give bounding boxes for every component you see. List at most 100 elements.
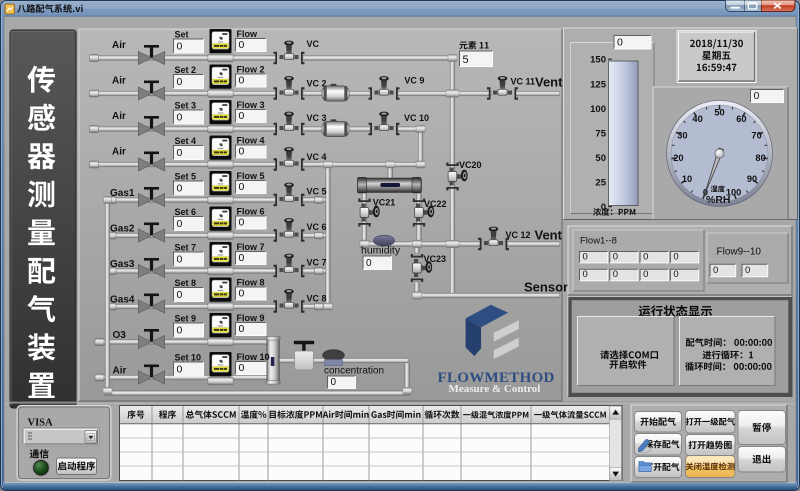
svg-text:VC 7: VC 7: [307, 257, 327, 267]
svg-text:0: 0: [713, 265, 718, 276]
svg-text:0: 0: [177, 363, 183, 375]
svg-text:0: 0: [239, 216, 245, 228]
svg-text:Set 8: Set 8: [175, 278, 197, 288]
svg-text:Set 5: Set 5: [175, 172, 197, 182]
svg-text:100: 100: [590, 104, 606, 115]
svg-text:VC20: VC20: [459, 160, 482, 170]
svg-text:concentration: concentration: [324, 366, 384, 377]
svg-text:80: 80: [755, 153, 765, 163]
svg-text:0: 0: [239, 110, 245, 122]
svg-text:Set 7: Set 7: [175, 243, 197, 253]
svg-text:10: 10: [682, 174, 692, 184]
svg-text:Sensor: Sensor: [524, 280, 568, 295]
svg-text:VC23: VC23: [424, 254, 447, 264]
svg-text:Vent: Vent: [535, 75, 563, 90]
svg-text:VC 11: VC 11: [511, 77, 536, 87]
svg-text:0: 0: [239, 74, 245, 86]
svg-text:Flow1--8: Flow1--8: [580, 236, 617, 247]
svg-text:Flow 9: Flow 9: [237, 313, 265, 323]
svg-text:0: 0: [331, 377, 337, 388]
svg-text:0: 0: [177, 40, 183, 52]
svg-text:Gas3: Gas3: [110, 259, 135, 270]
svg-text:0: 0: [177, 111, 183, 123]
svg-text:0: 0: [239, 252, 245, 264]
svg-text:0: 0: [613, 251, 618, 262]
svg-text:0: 0: [177, 253, 183, 265]
svg-text:Flow 6: Flow 6: [237, 207, 265, 217]
svg-text:25: 25: [595, 178, 606, 189]
svg-text:0: 0: [613, 269, 618, 280]
svg-text:75: 75: [595, 128, 606, 139]
svg-text:Set 10: Set 10: [175, 353, 202, 363]
svg-text:70: 70: [751, 131, 761, 141]
svg-text:0: 0: [617, 36, 623, 48]
svg-text:125: 125: [590, 79, 607, 90]
svg-text:0: 0: [583, 269, 588, 280]
svg-text:VC22: VC22: [424, 199, 447, 209]
svg-text:0: 0: [745, 265, 750, 276]
svg-text:40: 40: [692, 114, 702, 124]
svg-text:VC21: VC21: [373, 198, 396, 208]
svg-text:VISA: VISA: [28, 418, 54, 429]
svg-text:VC 9: VC 9: [404, 76, 424, 86]
svg-text:0: 0: [177, 218, 183, 230]
svg-text:150: 150: [590, 55, 606, 66]
svg-text:0: 0: [239, 287, 245, 299]
svg-text:Gas2: Gas2: [110, 224, 135, 235]
svg-text:Gas1: Gas1: [110, 188, 135, 199]
svg-text:0: 0: [177, 324, 183, 336]
svg-text:20: 20: [673, 153, 683, 163]
svg-text:VC: VC: [307, 39, 320, 49]
svg-text:Air: Air: [112, 40, 126, 51]
svg-text:VC 10: VC 10: [404, 113, 429, 123]
svg-text:0: 0: [239, 323, 245, 335]
svg-text:0: 0: [177, 147, 183, 159]
svg-text:Set 9: Set 9: [175, 314, 197, 324]
svg-text:VC 3: VC 3: [307, 113, 327, 123]
svg-text:0: 0: [673, 269, 678, 280]
svg-text:Flow9--10: Flow9--10: [717, 247, 762, 258]
svg-text:Flow 10: Flow 10: [237, 352, 270, 362]
svg-text:Set 3: Set 3: [175, 101, 197, 111]
svg-text:Set: Set: [175, 30, 189, 40]
svg-text:0: 0: [673, 251, 678, 262]
svg-text:%RH: %RH: [706, 194, 731, 206]
svg-text:Air: Air: [113, 366, 127, 377]
svg-text:Flow 4: Flow 4: [237, 136, 265, 146]
svg-text:Flow 2: Flow 2: [237, 65, 265, 75]
svg-text:30: 30: [677, 131, 687, 141]
svg-text:VC 4: VC 4: [307, 152, 327, 162]
svg-text:0: 0: [239, 362, 245, 374]
svg-text:Flow: Flow: [237, 29, 258, 39]
svg-text:Flow 5: Flow 5: [237, 171, 265, 181]
svg-text:0: 0: [366, 258, 372, 269]
svg-text:Air: Air: [112, 76, 126, 87]
svg-text:0: 0: [643, 269, 648, 280]
svg-text:Measure & Control: Measure & Control: [449, 383, 541, 395]
svg-text:50: 50: [714, 108, 724, 118]
svg-text:60: 60: [736, 114, 746, 124]
svg-text:0: 0: [177, 182, 183, 194]
svg-text:0: 0: [239, 39, 245, 51]
svg-text:0: 0: [177, 289, 183, 301]
svg-text:Gas4: Gas4: [110, 295, 135, 306]
svg-text:Set 6: Set 6: [175, 207, 197, 217]
svg-text:VC 6: VC 6: [307, 222, 327, 232]
svg-text:VC 5: VC 5: [307, 187, 327, 197]
svg-text:Flow 7: Flow 7: [237, 242, 265, 252]
svg-text:90: 90: [747, 174, 757, 184]
svg-text:Air: Air: [112, 111, 126, 122]
svg-text:O3: O3: [113, 330, 127, 341]
svg-text:VC 2: VC 2: [307, 79, 327, 89]
svg-text:0: 0: [239, 145, 245, 157]
svg-text:0: 0: [177, 76, 183, 88]
svg-text:0: 0: [643, 251, 648, 262]
svg-text:humidity: humidity: [361, 245, 401, 257]
svg-text:Air: Air: [112, 147, 126, 158]
svg-text:Vent: Vent: [535, 228, 563, 243]
svg-text:Set 4: Set 4: [175, 136, 197, 146]
svg-text:Flow 3: Flow 3: [237, 100, 265, 110]
svg-text:50: 50: [595, 153, 606, 164]
svg-text:Flow 8: Flow 8: [237, 278, 265, 288]
svg-text:0: 0: [754, 90, 760, 102]
